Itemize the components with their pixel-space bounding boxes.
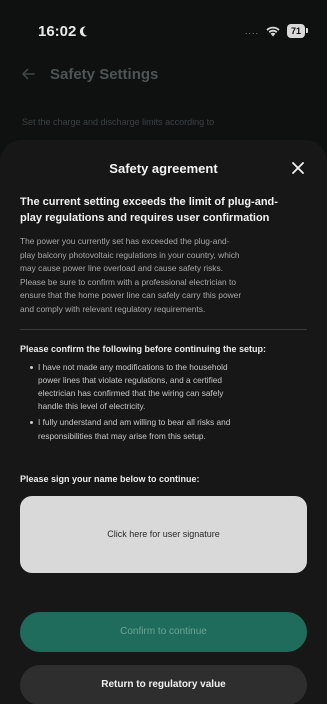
moon-icon (83, 25, 95, 37)
sheet-title: Safety agreement (109, 160, 218, 176)
divider (20, 328, 307, 330)
back-arrow-icon[interactable] (20, 66, 36, 82)
return-regulatory-button[interactable]: Return to regulatory value (20, 664, 307, 704)
background-header: Safety Settings (0, 56, 327, 92)
status-indicators: .... 71 (244, 24, 309, 38)
status-bar: 16:02 .... 71 (0, 0, 327, 52)
safety-agreement-sheet: Safety agreement The current setting exc… (0, 140, 327, 704)
confirm-item: I fully understand and am willing to bea… (30, 416, 307, 442)
wifi-icon (266, 26, 280, 37)
warning-body: The power you currently set has exceeded… (20, 236, 242, 314)
time-text: 16:02 (38, 22, 77, 40)
signal-icon: .... (244, 26, 259, 36)
signature-pad[interactable]: Click here for user signature (20, 495, 307, 573)
sheet-header: Safety agreement (20, 144, 307, 192)
status-time: 16:02 (38, 23, 93, 40)
page-description: Set the charge and discharge limits acco… (22, 117, 215, 127)
signature-placeholder: Click here for user signature (107, 529, 220, 540)
warning-title: The current setting exceeds the limit of… (20, 196, 278, 224)
confirm-list: I have not made any modifications to the… (20, 361, 307, 443)
confirm-continue-button[interactable]: Confirm to continue (20, 611, 307, 652)
confirm-item: I have not made any modifications to the… (30, 361, 307, 414)
close-button[interactable] (287, 157, 309, 179)
close-icon (292, 162, 304, 174)
page-title: Safety Settings (50, 65, 159, 83)
confirm-heading: Please confirm the following before cont… (20, 343, 267, 354)
sign-label: Please sign your name below to continue: (20, 473, 200, 484)
battery-icon: 71 (286, 24, 309, 38)
